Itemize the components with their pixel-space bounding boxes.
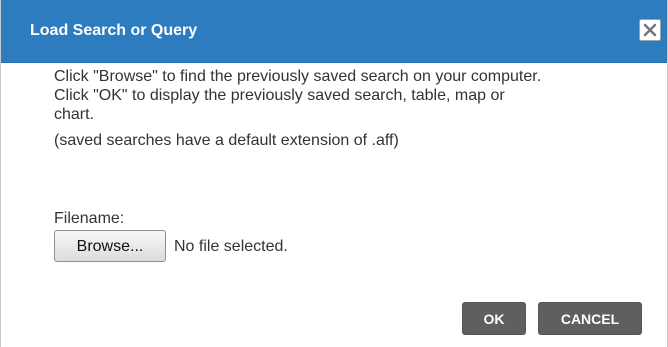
load-search-dialog: Load Search or Query Click "Browse" to f… <box>0 0 668 347</box>
cancel-button[interactable]: CANCEL <box>538 302 642 335</box>
file-status: No file selected. <box>174 238 288 255</box>
close-button[interactable] <box>639 19 661 41</box>
close-icon <box>643 23 657 37</box>
ok-button[interactable]: OK <box>462 302 526 335</box>
instruction-browse: Click "Browse" to find the previously sa… <box>54 68 542 85</box>
dialog-titlebar: Load Search or Query <box>1 0 667 63</box>
filename-label: Filename: <box>54 210 125 227</box>
instruction-ok: Click "OK" to display the previously sav… <box>54 87 505 104</box>
dialog-title: Load Search or Query <box>30 22 198 39</box>
browse-button[interactable]: Browse... <box>54 230 166 262</box>
extension-note: (saved searches have a default extension… <box>54 132 399 149</box>
instruction-chart: chart. <box>54 106 95 123</box>
